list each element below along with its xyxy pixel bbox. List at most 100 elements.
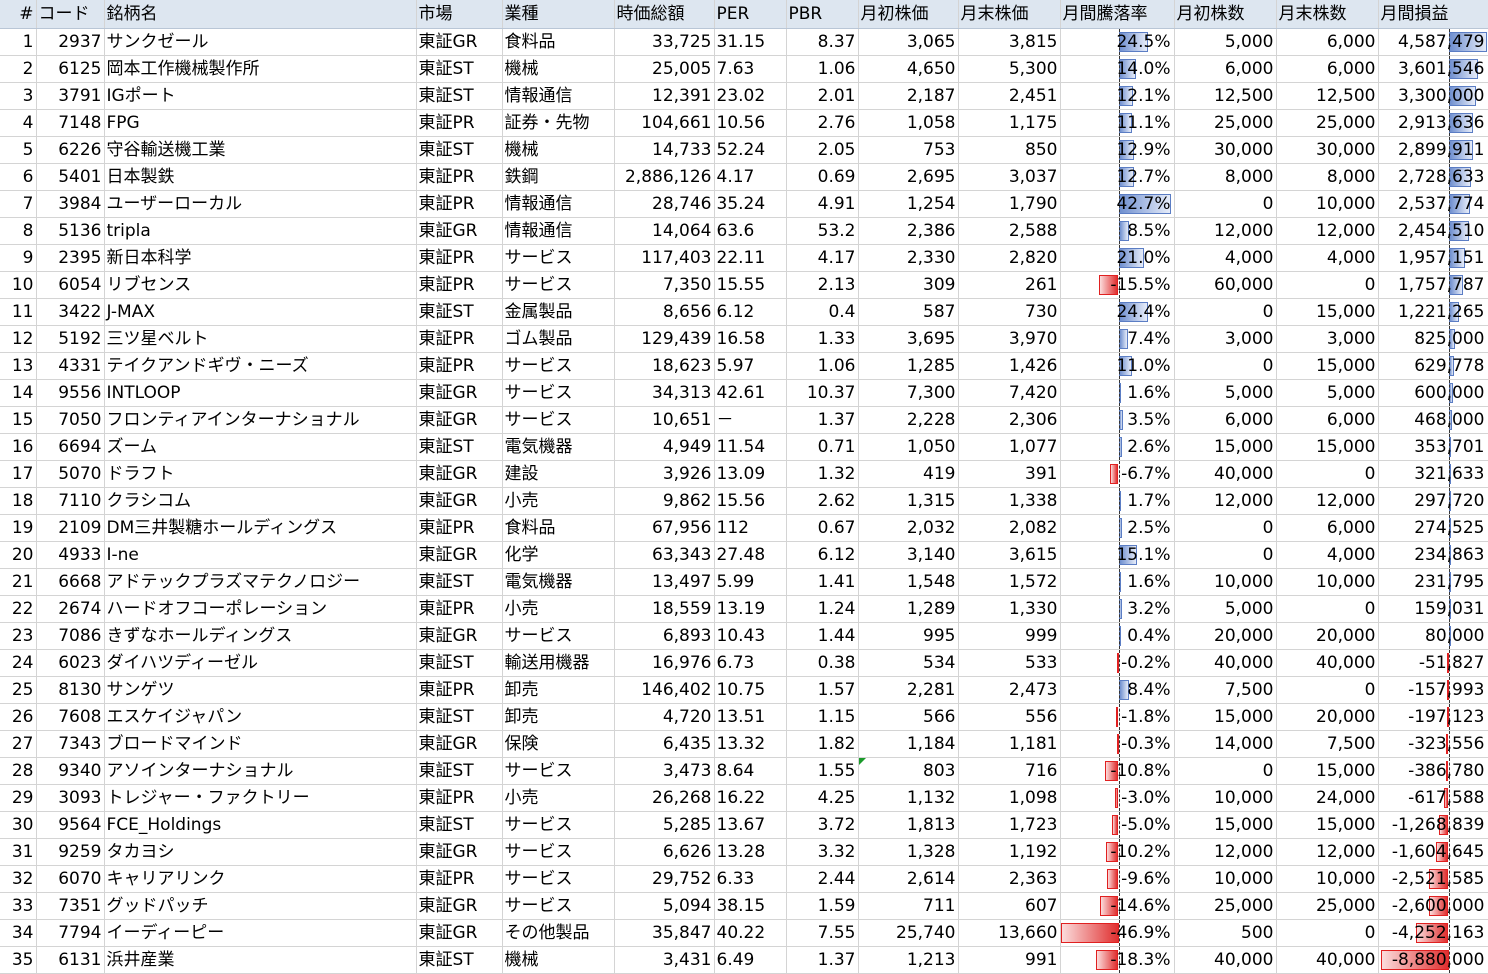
price-start-cell[interactable]: 1,184	[858, 730, 959, 758]
shares-start-cell[interactable]: 0	[1174, 757, 1277, 785]
pl-cell[interactable]: 1,757,787	[1378, 271, 1488, 299]
price-start-cell[interactable]: 3,065	[858, 28, 959, 56]
pbr-cell[interactable]: 1.37	[786, 406, 859, 434]
shares-start-cell[interactable]: 10,000	[1174, 865, 1277, 893]
sector-cell[interactable]: サービス	[502, 244, 615, 272]
shares-start-cell[interactable]: 5,000	[1174, 595, 1277, 623]
pbr-cell[interactable]: 1.15	[786, 703, 859, 731]
per-cell[interactable]: 31.15	[714, 28, 787, 56]
mcap-cell[interactable]: 3,431	[614, 946, 715, 974]
row-number-cell[interactable]: 5	[0, 136, 37, 164]
change-cell[interactable]: 3.5%	[1060, 406, 1175, 434]
price-end-cell[interactable]: 1,572	[958, 568, 1061, 596]
name-cell[interactable]: ズーム	[104, 433, 417, 461]
market-cell[interactable]: 東証PR	[416, 784, 503, 812]
row-number-cell[interactable]: 9	[0, 244, 37, 272]
market-cell[interactable]: 東証GR	[416, 379, 503, 407]
name-cell[interactable]: サンクゼール	[104, 28, 417, 56]
row-number-cell[interactable]: 19	[0, 514, 37, 542]
row-number-cell[interactable]: 14	[0, 379, 37, 407]
pl-cell[interactable]: 231,795	[1378, 568, 1488, 596]
pbr-cell[interactable]: 1.59	[786, 892, 859, 920]
code-cell[interactable]: 7608	[36, 703, 105, 731]
pl-cell[interactable]: -386,780	[1378, 757, 1488, 785]
name-cell[interactable]: テイクアンドギヴ・ニーズ	[104, 352, 417, 380]
per-cell[interactable]: 42.61	[714, 379, 787, 407]
change-cell[interactable]: -46.9%	[1060, 919, 1175, 947]
sector-cell[interactable]: 小売	[502, 595, 615, 623]
code-cell[interactable]: 3791	[36, 82, 105, 110]
pl-cell[interactable]: -1,604,645	[1378, 838, 1488, 866]
market-cell[interactable]: 東証GR	[416, 919, 503, 947]
name-cell[interactable]: ハードオフコーポレーション	[104, 595, 417, 623]
sector-cell[interactable]: その他製品	[502, 919, 615, 947]
code-cell[interactable]: 3422	[36, 298, 105, 326]
shares-start-cell[interactable]: 12,000	[1174, 487, 1277, 515]
sector-cell[interactable]: 機械	[502, 55, 615, 83]
change-cell[interactable]: 21.0%	[1060, 244, 1175, 272]
row-number-cell[interactable]: 31	[0, 838, 37, 866]
row-number-cell[interactable]: 21	[0, 568, 37, 596]
name-cell[interactable]: イーディーピー	[104, 919, 417, 947]
row-number-cell[interactable]: 17	[0, 460, 37, 488]
row-number-cell[interactable]: 11	[0, 298, 37, 326]
name-cell[interactable]: 浜井産業	[104, 946, 417, 974]
name-cell[interactable]: DM三井製糖ホールディングス	[104, 514, 417, 542]
mcap-cell[interactable]: 6,893	[614, 622, 715, 650]
pl-cell[interactable]: 2,454,510	[1378, 217, 1488, 245]
shares-end-cell[interactable]: 12,500	[1276, 82, 1379, 110]
shares-start-cell[interactable]: 25,000	[1174, 892, 1277, 920]
price-start-cell[interactable]: 3,695	[858, 325, 959, 353]
pl-cell[interactable]: -617,588	[1378, 784, 1488, 812]
pl-cell[interactable]: 468,000	[1378, 406, 1488, 434]
pbr-cell[interactable]: 1.06	[786, 352, 859, 380]
per-cell[interactable]: 11.54	[714, 433, 787, 461]
pl-cell[interactable]: 274,525	[1378, 514, 1488, 542]
pl-cell[interactable]: 629,778	[1378, 352, 1488, 380]
shares-start-cell[interactable]: 0	[1174, 514, 1277, 542]
shares-start-cell[interactable]: 6,000	[1174, 55, 1277, 83]
price-end-cell[interactable]: 850	[958, 136, 1061, 164]
sector-cell[interactable]: 情報通信	[502, 82, 615, 110]
shares-end-cell[interactable]: 5,000	[1276, 379, 1379, 407]
price-end-cell[interactable]: 1,426	[958, 352, 1061, 380]
header-per[interactable]: PER	[714, 0, 787, 29]
price-start-cell[interactable]: 7,300	[858, 379, 959, 407]
mcap-cell[interactable]: 3,926	[614, 460, 715, 488]
price-end-cell[interactable]: 3,815	[958, 28, 1061, 56]
row-number-cell[interactable]: 27	[0, 730, 37, 758]
shares-start-cell[interactable]: 12,000	[1174, 217, 1277, 245]
market-cell[interactable]: 東証ST	[416, 703, 503, 731]
market-cell[interactable]: 東証GR	[416, 622, 503, 650]
pbr-cell[interactable]: 7.55	[786, 919, 859, 947]
market-cell[interactable]: 東証PR	[416, 109, 503, 137]
code-cell[interactable]: 9556	[36, 379, 105, 407]
header-change[interactable]: 月間騰落率	[1060, 0, 1175, 29]
shares-start-cell[interactable]: 7,500	[1174, 676, 1277, 704]
code-cell[interactable]: 2109	[36, 514, 105, 542]
code-cell[interactable]: 6694	[36, 433, 105, 461]
sector-cell[interactable]: サービス	[502, 406, 615, 434]
mcap-cell[interactable]: 26,268	[614, 784, 715, 812]
code-cell[interactable]: 5192	[36, 325, 105, 353]
code-cell[interactable]: 6070	[36, 865, 105, 893]
shares-start-cell[interactable]: 10,000	[1174, 784, 1277, 812]
change-cell[interactable]: 12.1%	[1060, 82, 1175, 110]
pbr-cell[interactable]: 1.37	[786, 946, 859, 974]
market-cell[interactable]: 東証GR	[416, 460, 503, 488]
row-number-cell[interactable]: 32	[0, 865, 37, 893]
name-cell[interactable]: FCE_Holdings	[104, 811, 417, 839]
mcap-cell[interactable]: 35,847	[614, 919, 715, 947]
price-end-cell[interactable]: 1,192	[958, 838, 1061, 866]
pbr-cell[interactable]: 0.69	[786, 163, 859, 191]
per-cell[interactable]: 13.32	[714, 730, 787, 758]
shares-end-cell[interactable]: 24,000	[1276, 784, 1379, 812]
change-cell[interactable]: 15.1%	[1060, 541, 1175, 569]
sector-cell[interactable]: 食料品	[502, 514, 615, 542]
mcap-cell[interactable]: 10,651	[614, 406, 715, 434]
shares-end-cell[interactable]: 3,000	[1276, 325, 1379, 353]
price-start-cell[interactable]: 4,650	[858, 55, 959, 83]
price-end-cell[interactable]: 730	[958, 298, 1061, 326]
price-end-cell[interactable]: 3,615	[958, 541, 1061, 569]
price-end-cell[interactable]: 533	[958, 649, 1061, 677]
